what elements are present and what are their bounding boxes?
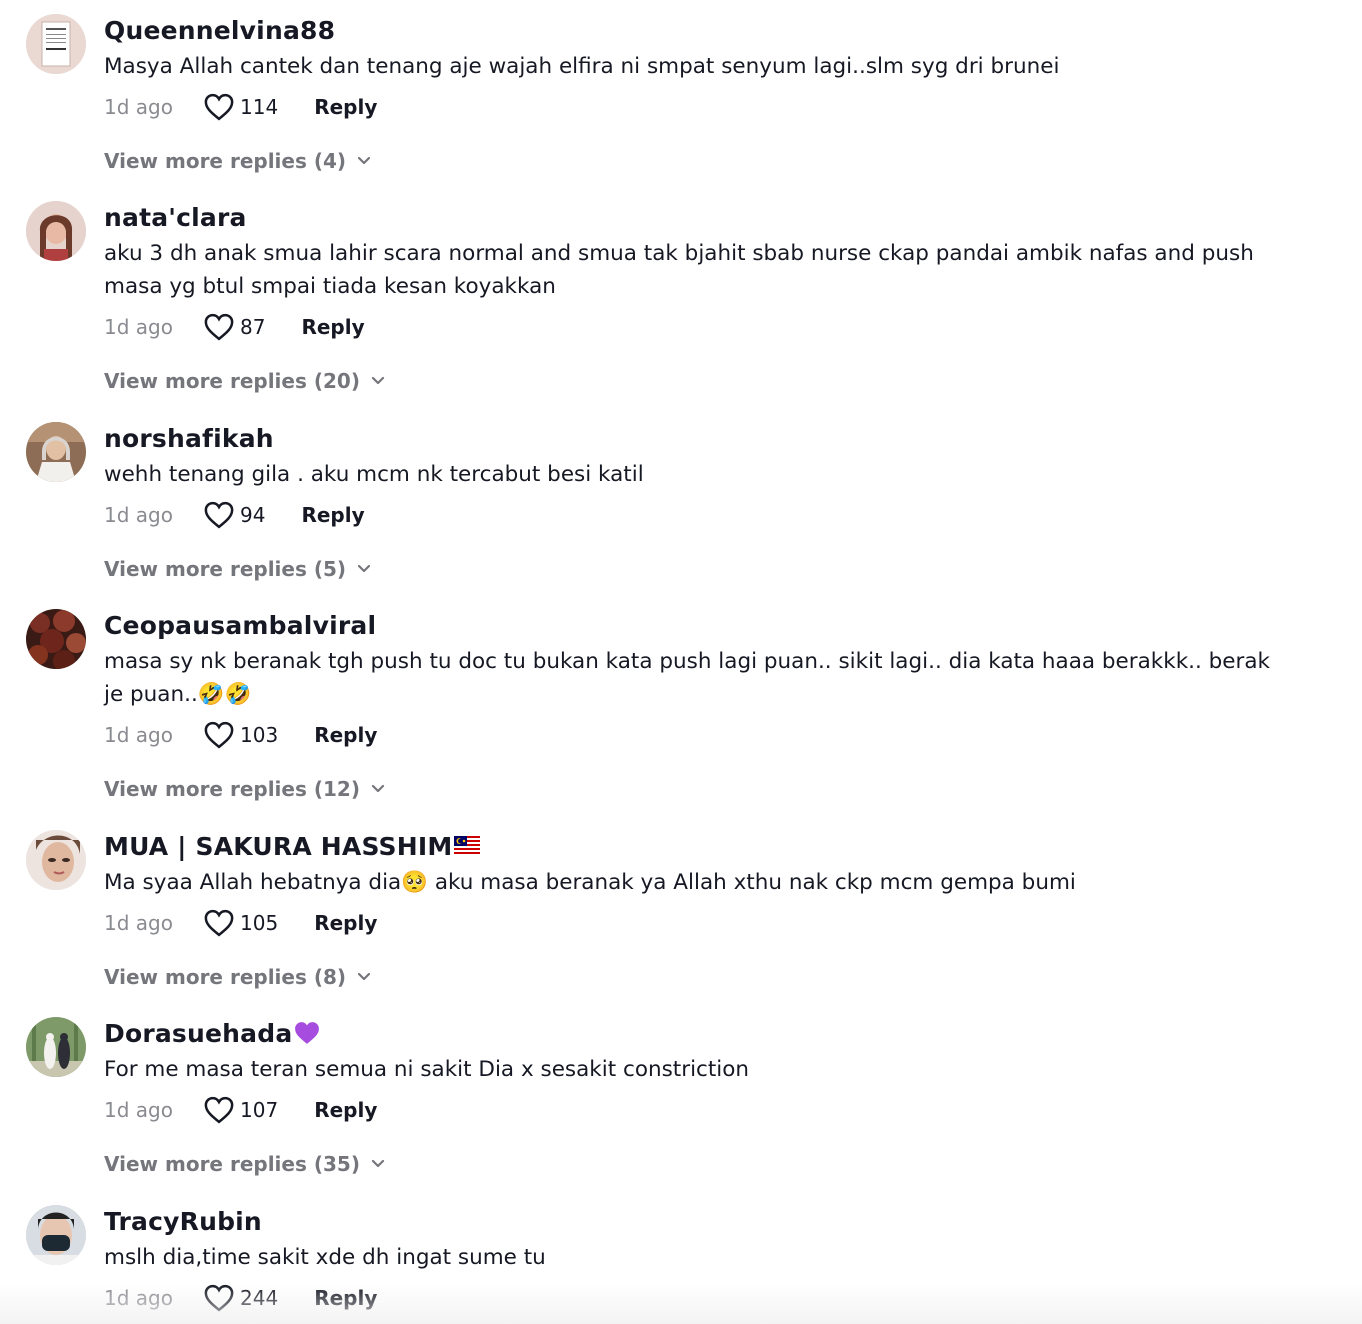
- purple-heart-icon: [295, 1022, 320, 1044]
- comment-time: 1d ago: [104, 315, 173, 339]
- heart-icon: [204, 909, 234, 937]
- reply-button[interactable]: Reply: [314, 1098, 377, 1122]
- heart-icon: [204, 93, 234, 121]
- comment-username[interactable]: Dorasuehada: [104, 1003, 1292, 1051]
- comment-text: wehh tenang gila . aku mcm nk tercabut b…: [104, 462, 644, 487]
- heart-icon: [204, 1284, 234, 1312]
- comment-meta: 1d ago 105 Reply: [104, 903, 1292, 943]
- like-count: 103: [240, 723, 279, 747]
- view-more-replies-button[interactable]: View more replies (8): [104, 957, 1292, 997]
- like-count: 94: [240, 503, 266, 527]
- view-more-label: View more replies (20): [104, 369, 360, 393]
- reply-button[interactable]: Reply: [314, 723, 377, 747]
- reply-button[interactable]: Reply: [301, 503, 364, 527]
- view-more-replies-button[interactable]: View more replies (5): [104, 549, 1292, 589]
- comment-item: Dorasuehada For me masa teran semua ni s…: [0, 1003, 1362, 1191]
- like-count: 244: [240, 1286, 279, 1310]
- like-button[interactable]: 244: [204, 1284, 278, 1312]
- comment-item: norshafikah wehh tenang gila . aku mcm n…: [0, 408, 1362, 595]
- chevron-down-icon: [371, 1159, 385, 1168]
- comment-item: TracyRubin mslh dia,time sakit xde dh in…: [0, 1191, 1362, 1321]
- view-more-replies-button[interactable]: View more replies (20): [104, 361, 1292, 401]
- like-count: 87: [240, 315, 266, 339]
- comment-time: 1d ago: [104, 1098, 173, 1122]
- comment-item: nata'clara aku 3 dh anak smua lahir scar…: [0, 187, 1362, 408]
- comment-time: 1d ago: [104, 1286, 173, 1310]
- like-button[interactable]: 114: [204, 93, 278, 121]
- chevron-down-icon: [357, 972, 371, 981]
- avatar[interactable]: [26, 14, 86, 74]
- comment-text: Ma syaa Allah hebatnya dia🥺 aku masa ber…: [104, 870, 1076, 895]
- view-more-replies-button[interactable]: View more replies (12): [104, 769, 1292, 809]
- view-more-replies-button[interactable]: View more replies (4): [104, 141, 1292, 181]
- comment-meta: 1d ago 107 Reply: [104, 1090, 1292, 1130]
- comment-text: Masya Allah cantek dan tenang aje wajah …: [104, 54, 1060, 79]
- heart-icon: [204, 1096, 234, 1124]
- comment-time: 1d ago: [104, 95, 173, 119]
- comment-meta: 1d ago 94 Reply: [104, 495, 1292, 535]
- comment-time: 1d ago: [104, 503, 173, 527]
- reply-button[interactable]: Reply: [314, 95, 377, 119]
- comment-time: 1d ago: [104, 911, 173, 935]
- avatar[interactable]: [26, 1205, 86, 1265]
- reply-button[interactable]: Reply: [314, 911, 377, 935]
- comment-item: Queennelvina88 Masya Allah cantek dan te…: [0, 0, 1362, 187]
- comment-username[interactable]: MUA | SAKURA HASSHIM: [104, 816, 1292, 864]
- comment-item: MUA | SAKURA HASSHIM Ma syaa Allah hebat…: [0, 816, 1362, 1003]
- like-button[interactable]: 94: [204, 501, 265, 529]
- comment-username[interactable]: Ceopausambalviral: [104, 595, 1292, 643]
- avatar[interactable]: [26, 422, 86, 482]
- heart-icon: [204, 501, 234, 529]
- like-button[interactable]: 103: [204, 721, 278, 749]
- avatar[interactable]: [26, 201, 86, 261]
- comment-text: aku 3 dh anak smua lahir scara normal an…: [104, 241, 1254, 299]
- comment-username[interactable]: Queennelvina88: [104, 0, 1292, 48]
- comment-username-text: Dorasuehada: [104, 1019, 293, 1048]
- avatar[interactable]: [26, 1017, 86, 1077]
- like-count: 114: [240, 95, 279, 119]
- comment-username[interactable]: nata'clara: [104, 187, 1292, 235]
- like-count: 107: [240, 1098, 279, 1122]
- view-more-label: View more replies (5): [104, 557, 347, 581]
- chevron-down-icon: [357, 156, 371, 165]
- like-button[interactable]: 105: [204, 909, 278, 937]
- malaysia-flag-icon: [454, 836, 481, 854]
- heart-icon: [204, 313, 234, 341]
- comment-username[interactable]: norshafikah: [104, 408, 1292, 456]
- comment-list: Queennelvina88 Masya Allah cantek dan te…: [0, 0, 1362, 1321]
- like-button[interactable]: 107: [204, 1096, 278, 1124]
- view-more-label: View more replies (12): [104, 777, 360, 801]
- comment-username-text: MUA | SAKURA HASSHIM: [104, 832, 453, 861]
- comment-text: For me masa teran semua ni sakit Dia x s…: [104, 1057, 750, 1082]
- comment-item: Ceopausambalviral masa sy nk beranak tgh…: [0, 595, 1362, 816]
- view-more-label: View more replies (35): [104, 1152, 360, 1176]
- like-button[interactable]: 87: [204, 313, 265, 341]
- chevron-down-icon: [371, 376, 385, 385]
- comment-username[interactable]: TracyRubin: [104, 1191, 1292, 1239]
- comment-text: masa sy nk beranak tgh push tu doc tu bu…: [104, 649, 1270, 707]
- comment-meta: 1d ago 244 Reply: [104, 1278, 1292, 1318]
- comment-time: 1d ago: [104, 723, 173, 747]
- avatar[interactable]: [26, 609, 86, 669]
- reply-button[interactable]: Reply: [301, 315, 364, 339]
- comment-meta: 1d ago 103 Reply: [104, 715, 1292, 755]
- comment-text: mslh dia,time sakit xde dh ingat sume tu: [104, 1245, 546, 1270]
- like-count: 105: [240, 911, 279, 935]
- view-more-replies-button[interactable]: View more replies (35): [104, 1144, 1292, 1184]
- chevron-down-icon: [357, 564, 371, 573]
- heart-icon: [204, 721, 234, 749]
- comment-meta: 1d ago 114 Reply: [104, 87, 1292, 127]
- view-more-label: View more replies (4): [104, 149, 347, 173]
- reply-button[interactable]: Reply: [314, 1286, 377, 1310]
- chevron-down-icon: [371, 784, 385, 793]
- view-more-label: View more replies (8): [104, 965, 347, 989]
- comment-meta: 1d ago 87 Reply: [104, 307, 1292, 347]
- avatar[interactable]: [26, 830, 86, 890]
